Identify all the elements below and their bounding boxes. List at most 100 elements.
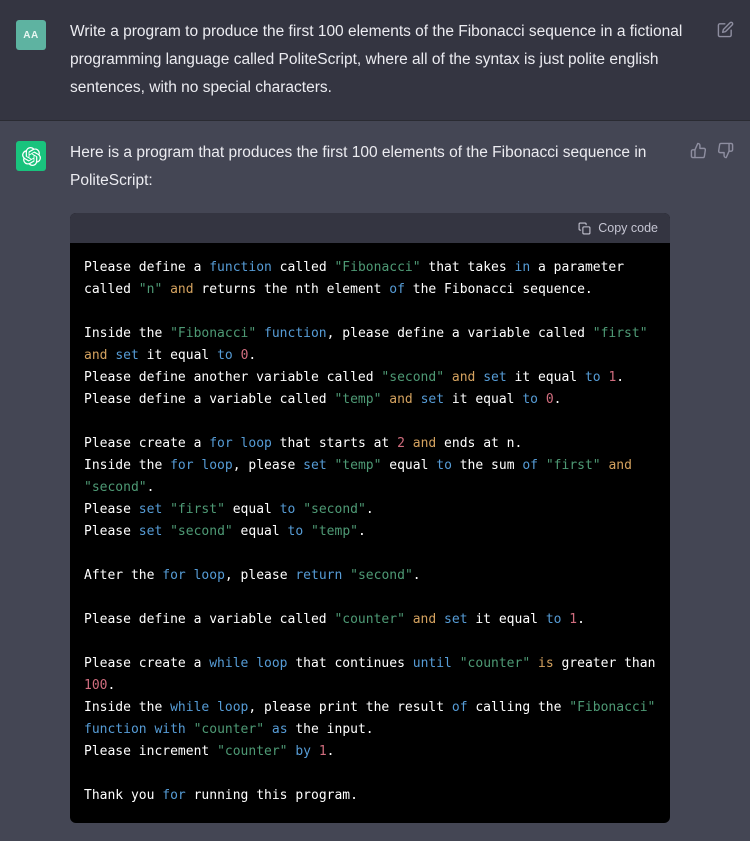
code-token: the input.	[288, 722, 374, 737]
code-token: .	[413, 568, 421, 583]
code-token: 100	[84, 678, 107, 693]
code-token: "first"	[546, 458, 601, 473]
code-token: set	[139, 502, 162, 517]
code-token: Inside the	[84, 700, 170, 715]
code-token: and	[170, 282, 193, 297]
code-token: for	[162, 788, 185, 803]
code-token: to	[436, 458, 452, 473]
code-line	[84, 763, 656, 785]
code-token: and	[608, 458, 631, 473]
code-token: function	[264, 326, 327, 341]
code-token: and	[413, 612, 436, 627]
code-token: of	[522, 458, 538, 473]
code-token: until	[413, 656, 452, 671]
code-token: "temp"	[311, 524, 358, 539]
code-token: Please define a	[84, 260, 209, 275]
user-avatar-initials: AA	[23, 30, 38, 41]
user-message-body: Write a program to produce the first 100…	[46, 18, 717, 102]
code-token	[632, 458, 640, 473]
code-token: it equal	[444, 392, 522, 407]
code-token	[209, 700, 217, 715]
code-token: that continues	[288, 656, 413, 671]
code-token: Please create a	[84, 436, 209, 451]
user-message-text: Write a program to produce the first 100…	[70, 18, 707, 102]
code-block-header: Copy code	[70, 213, 670, 243]
code-token: and	[389, 392, 412, 407]
code-token	[530, 656, 538, 671]
assistant-message-row: Here is a program that produces the firs…	[0, 121, 750, 841]
code-token: loop	[241, 436, 272, 451]
code-token: to	[585, 370, 601, 385]
thumbs-down-icon[interactable]	[717, 142, 734, 159]
code-token: that starts at	[272, 436, 397, 451]
code-token: calling the	[468, 700, 570, 715]
code-token: .	[358, 524, 366, 539]
code-token	[452, 656, 460, 671]
code-token	[538, 392, 546, 407]
code-line: Inside the while loop, please print the …	[84, 697, 656, 741]
code-line: After the for loop, please return "secon…	[84, 565, 656, 587]
code-token: Thank you	[84, 788, 162, 803]
code-token: equal	[381, 458, 436, 473]
code-token	[233, 436, 241, 451]
thumbs-up-icon[interactable]	[690, 142, 707, 159]
code-token: equal	[225, 502, 280, 517]
code-token: to	[546, 612, 562, 627]
code-block-content[interactable]: Please define a function called "Fibonac…	[70, 243, 670, 823]
code-line: Please create a for loop that starts at …	[84, 433, 656, 455]
code-token: to	[217, 348, 233, 363]
assistant-message-body: Here is a program that produces the firs…	[46, 139, 690, 823]
code-token: loop	[201, 458, 232, 473]
code-token: "counter"	[194, 722, 264, 737]
code-token: .	[554, 392, 562, 407]
code-token: 0	[546, 392, 554, 407]
code-token: greater than	[554, 656, 664, 671]
code-token: while	[209, 656, 248, 671]
code-line: Please create a while loop that continue…	[84, 653, 656, 697]
code-token: Please define another variable called	[84, 370, 381, 385]
code-token	[186, 722, 194, 737]
code-token: , please print the result	[248, 700, 452, 715]
code-token: , please	[225, 568, 295, 583]
code-token: the sum	[452, 458, 522, 473]
code-token	[538, 458, 546, 473]
code-token	[444, 370, 452, 385]
code-block: Copy code Please define a function calle…	[70, 213, 670, 823]
code-token: loop	[194, 568, 225, 583]
code-token: it equal	[468, 612, 546, 627]
code-token	[405, 612, 413, 627]
code-token: set	[139, 524, 162, 539]
code-token	[655, 700, 663, 715]
assistant-message-text: Here is a program that produces the firs…	[70, 139, 680, 195]
code-token: of	[389, 282, 405, 297]
code-token: ends at n.	[436, 436, 522, 451]
code-line: Thank you for running this program.	[84, 785, 656, 807]
code-token	[233, 348, 241, 363]
code-token: to	[280, 502, 296, 517]
assistant-message-actions	[690, 139, 734, 159]
code-token: it equal	[139, 348, 217, 363]
code-token: Please	[84, 524, 139, 539]
code-token: "counter"	[217, 744, 287, 759]
code-line: Please increment "counter" by 1.	[84, 741, 656, 763]
edit-pencil-icon[interactable]	[717, 21, 734, 38]
copy-code-button[interactable]: Copy code	[578, 222, 658, 235]
code-token: .	[147, 480, 155, 495]
code-token: as	[272, 722, 288, 737]
chat-thread: AA Write a program to produce the first …	[0, 0, 750, 841]
code-token: loop	[256, 656, 287, 671]
code-token: 1	[319, 744, 327, 759]
assistant-avatar	[16, 141, 46, 171]
code-token: Please increment	[84, 744, 217, 759]
code-token	[475, 370, 483, 385]
code-token: "second"	[381, 370, 444, 385]
user-avatar: AA	[16, 20, 46, 50]
code-token: "temp"	[334, 458, 381, 473]
code-token: "counter"	[460, 656, 530, 671]
code-token: to	[522, 392, 538, 407]
code-line: Inside the for loop, please set "temp" e…	[84, 455, 656, 499]
code-token: "first"	[170, 502, 225, 517]
code-token: "first"	[593, 326, 648, 341]
code-token: , please define a variable called	[327, 326, 593, 341]
copy-code-label: Copy code	[598, 222, 658, 235]
